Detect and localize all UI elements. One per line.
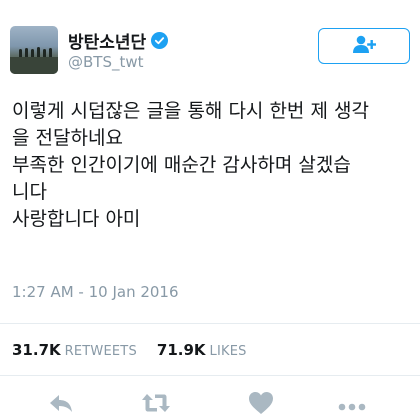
reply-icon bbox=[48, 392, 74, 418]
likes-count: 71.9K bbox=[156, 341, 206, 359]
avatar[interactable] bbox=[10, 26, 58, 74]
divider bbox=[0, 323, 420, 324]
display-name[interactable]: 방탄소년단 bbox=[68, 28, 146, 53]
tweet-actions bbox=[0, 390, 420, 420]
tweet-line: 니다 bbox=[12, 181, 47, 203]
likes-label: LIKES bbox=[209, 344, 247, 359]
retweet-button[interactable] bbox=[141, 390, 171, 420]
verified-badge-icon bbox=[151, 32, 169, 49]
tweet-text: 이렇게 시덥잖은 글을 통해 다시 한번 제 생각 을 전달하네요 부족한 인간… bbox=[12, 98, 412, 233]
reply-button[interactable] bbox=[46, 390, 76, 420]
user-handle[interactable]: @BTS_twt bbox=[68, 53, 144, 71]
tweet-line: 부족한 인간이기에 매순간 감사하며 살겠습 bbox=[12, 154, 351, 176]
like-button[interactable] bbox=[246, 390, 276, 420]
like-icon bbox=[248, 391, 274, 419]
add-user-icon bbox=[352, 34, 377, 58]
divider bbox=[0, 375, 420, 376]
tweet-header: 방탄소년단 @BTS_twt bbox=[10, 26, 410, 76]
retweets-count: 31.7K bbox=[12, 341, 61, 359]
retweets-label: RETWEETS bbox=[64, 344, 137, 359]
tweet-line: 사랑합니다 아미 bbox=[12, 208, 141, 230]
tweet-timestamp[interactable]: 1:27 AM - 10 Jan 2016 bbox=[12, 283, 179, 301]
tweet-line: 을 전달하네요 bbox=[12, 127, 123, 149]
more-icon bbox=[338, 396, 366, 415]
user-name-row[interactable]: 방탄소년단 bbox=[68, 28, 169, 53]
retweets-stat[interactable]: 31.7K RETWEETS bbox=[12, 341, 137, 359]
tweet-line: 이렇게 시덥잖은 글을 통해 다시 한번 제 생각 bbox=[12, 100, 369, 122]
more-button[interactable] bbox=[337, 390, 367, 420]
follow-button[interactable] bbox=[318, 28, 410, 64]
retweet-icon bbox=[141, 392, 171, 418]
likes-stat[interactable]: 71.9K LIKES bbox=[157, 341, 247, 359]
tweet-stats: 31.7K RETWEETS 71.9K LIKES bbox=[12, 341, 247, 359]
